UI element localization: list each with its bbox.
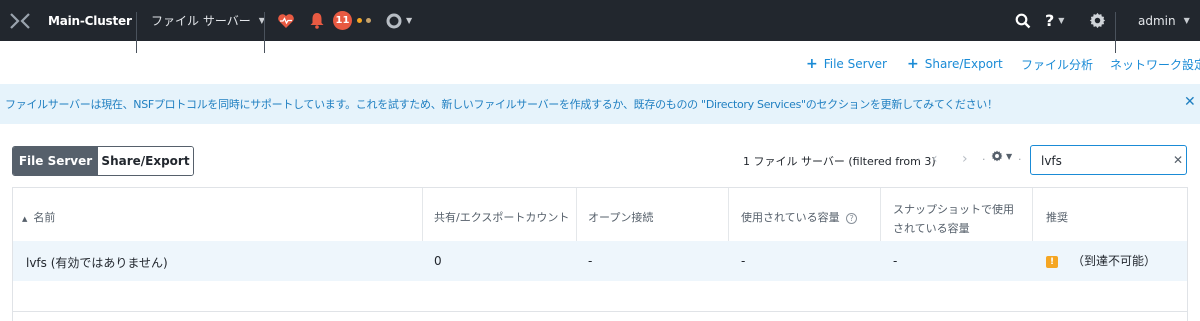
column-divider xyxy=(728,188,729,241)
settings-gear-icon[interactable] xyxy=(1089,0,1106,41)
plus-icon: + xyxy=(806,56,818,72)
cell-share-count: 0 xyxy=(434,254,442,268)
column-divider xyxy=(1032,188,1033,241)
column-header-name[interactable]: ▲ 名前 xyxy=(22,209,55,225)
recommendation-text: （到達不可能） xyxy=(1072,254,1157,268)
cell-name[interactable]: lvfs (有効ではありません) xyxy=(26,254,168,271)
add-share-export-link[interactable]: + Share/Export xyxy=(907,56,1003,72)
divider xyxy=(264,12,265,53)
next-page-icon[interactable]: › xyxy=(962,151,968,167)
chevron-down-icon: ▼ xyxy=(1058,16,1065,25)
separator-dot: · xyxy=(917,153,921,166)
separator-dot: · xyxy=(1018,153,1022,166)
file-analytics-link[interactable]: ファイル分析 xyxy=(1021,56,1093,72)
help-icon: ? xyxy=(1045,11,1055,30)
network-config-link[interactable]: ネットワーク設定 xyxy=(1110,56,1200,72)
table-settings-menu[interactable]: ▼ xyxy=(991,150,1012,162)
tasks-circle-icon xyxy=(386,13,402,28)
column-header-recommendation[interactable]: 推奨 xyxy=(1046,209,1068,225)
health-heart-icon[interactable] xyxy=(277,0,295,41)
cell-open-connections: - xyxy=(588,254,593,268)
plus-icon: + xyxy=(907,56,919,72)
cluster-name[interactable]: Main-Cluster xyxy=(48,0,132,41)
column-divider xyxy=(576,188,577,241)
user-menu[interactable]: admin ▼ xyxy=(1138,0,1190,41)
cell-snapshot-capacity: - xyxy=(893,254,898,268)
chevron-down-icon: ▼ xyxy=(1183,16,1190,25)
add-share-export-label: Share/Export xyxy=(924,57,1003,71)
entity-menu-label: ファイル サーバー xyxy=(151,14,251,28)
help-circle-icon[interactable]: ? xyxy=(846,213,858,224)
info-banner: ファイルサーバーは現在、NSFプロトコルを同時にサポートしています。これを試すた… xyxy=(0,84,1200,124)
column-divider xyxy=(880,188,881,241)
tasks-menu[interactable]: ▼ xyxy=(386,0,412,41)
help-menu[interactable]: ? ▼ xyxy=(1045,0,1064,41)
view-toggle: File Server Share/Export xyxy=(12,146,194,176)
prev-page-icon[interactable]: ‹ xyxy=(932,151,938,167)
add-file-server-label: File Server xyxy=(823,57,887,71)
filter-input[interactable] xyxy=(1041,152,1171,169)
column-header-share-count[interactable]: 共有/エクスポートカウント xyxy=(434,209,569,225)
column-header-snapshot-capacity[interactable]: スナップショットで使用されている容量 xyxy=(893,200,1018,238)
entity-menu[interactable]: ファイル サーバー ▼ xyxy=(151,0,265,41)
status-dots[interactable] xyxy=(357,0,371,41)
info-dot-icon xyxy=(366,18,371,23)
column-divider xyxy=(422,188,423,241)
file-server-table: ▲ 名前 共有/エクスポートカウント オープン接続 使用されている容量 ? スナッ… xyxy=(12,187,1188,321)
alert-count-badge[interactable]: 11 xyxy=(333,11,352,30)
username: admin xyxy=(1138,13,1176,28)
banner-message: ファイルサーバーは現在、NSFプロトコルを同時にサポートしています。これを試すた… xyxy=(5,98,998,111)
add-file-server-link[interactable]: + File Server xyxy=(806,56,887,72)
result-count: 1 ファイル サーバー (filtered from 3) xyxy=(743,155,936,168)
tab-share-export[interactable]: Share/Export xyxy=(98,147,193,175)
column-header-open-connections[interactable]: オープン接続 xyxy=(588,209,653,225)
clear-filter-icon[interactable]: ✕ xyxy=(1173,153,1183,167)
row-divider xyxy=(13,311,1187,312)
cell-used-capacity: - xyxy=(741,254,746,268)
divider xyxy=(136,12,137,53)
cell-recommendation[interactable]: ! （到達不可能） xyxy=(1046,252,1156,269)
table-row[interactable] xyxy=(13,241,1187,281)
column-header-used-capacity[interactable]: 使用されている容量 ? xyxy=(741,209,858,225)
tab-file-server[interactable]: File Server xyxy=(13,147,98,175)
column-header-label: 名前 xyxy=(33,211,56,224)
column-header-label: 使用されている容量 xyxy=(741,211,840,224)
chevron-down-icon: ▼ xyxy=(1006,151,1013,161)
close-icon[interactable]: ✕ xyxy=(1184,94,1196,110)
divider xyxy=(1115,12,1116,53)
top-nav-bar: Main-Cluster ファイル サーバー ▼ 11 ▼ ? ▼ admin … xyxy=(0,0,1200,53)
gear-icon xyxy=(991,150,1003,162)
warning-dot-icon xyxy=(357,18,362,23)
warning-icon: ! xyxy=(1046,255,1058,268)
sort-asc-icon: ▲ xyxy=(22,215,28,223)
prism-logo-icon[interactable] xyxy=(9,0,31,41)
alerts-bell-icon[interactable] xyxy=(309,0,325,41)
chevron-down-icon: ▼ xyxy=(406,16,413,25)
separator-dot: · xyxy=(982,153,986,166)
search-icon[interactable] xyxy=(1015,0,1031,41)
filter-box: ✕ xyxy=(1030,145,1187,175)
